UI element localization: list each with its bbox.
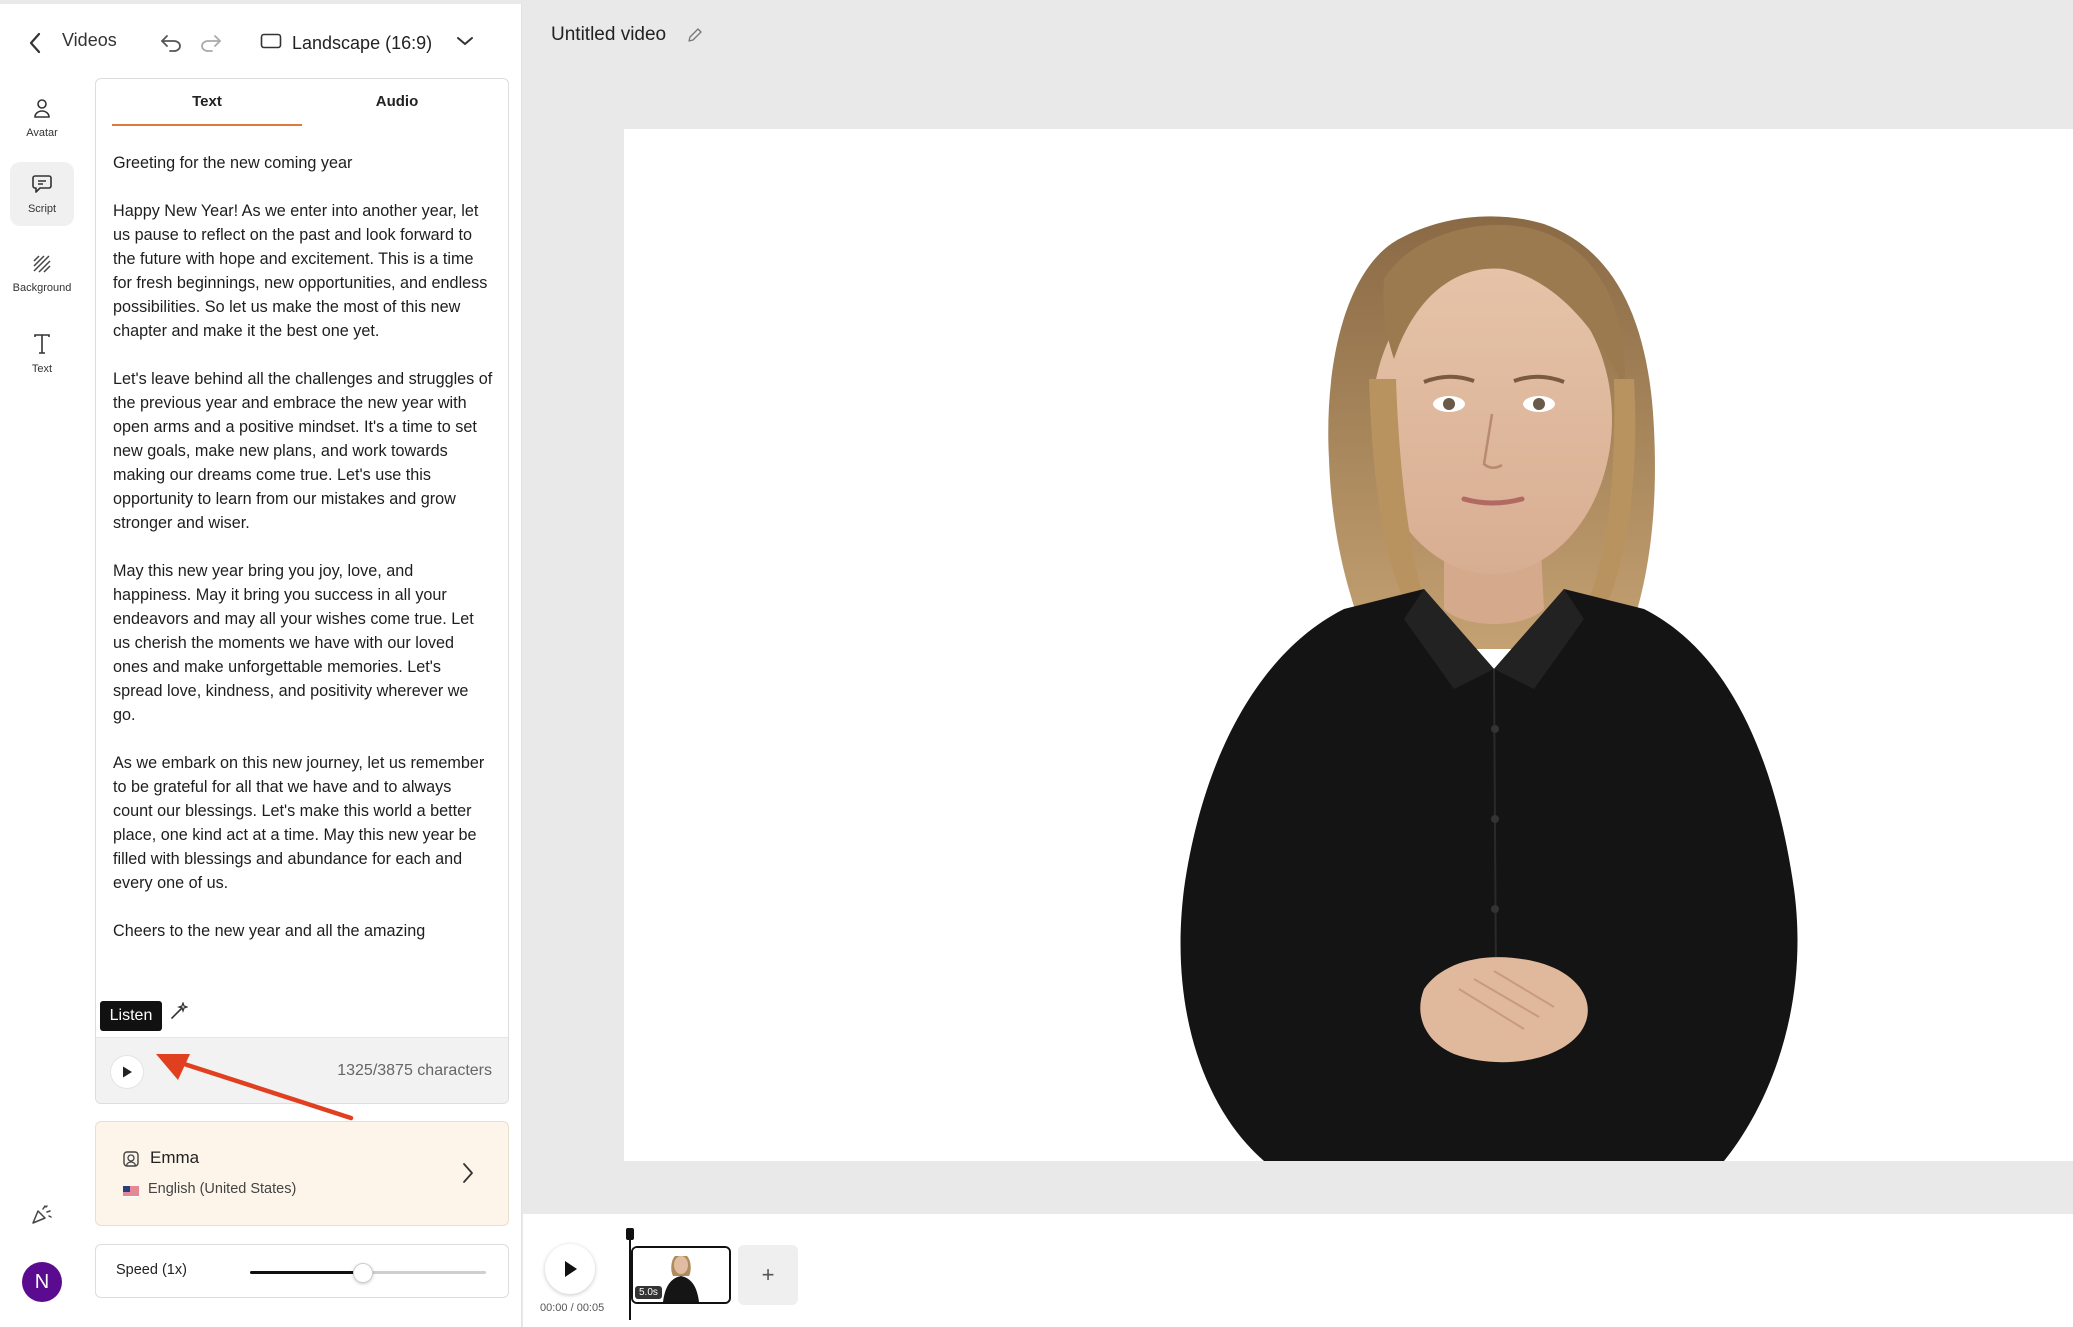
timeline: 00:00 / 00:05 5.0s +: [523, 1214, 2073, 1327]
person-icon: [33, 98, 51, 123]
rectangle-icon: [260, 33, 282, 54]
rail-item-script[interactable]: Script: [10, 162, 74, 226]
clip-duration-badge: 5.0s: [635, 1286, 662, 1299]
add-scene-button[interactable]: +: [738, 1245, 798, 1305]
user-avatar[interactable]: N: [22, 1262, 62, 1302]
speed-label: Speed (1x): [116, 1262, 187, 1278]
listen-play-button[interactable]: [111, 1056, 143, 1088]
voice-avatar-icon: [122, 1150, 140, 1168]
chevron-right-icon: [458, 1160, 478, 1186]
time-readout: 00:00 / 00:05: [540, 1302, 605, 1314]
presenter-avatar-image: [1180, 216, 1798, 1161]
aspect-ratio-label: Landscape (16:9): [292, 32, 433, 53]
video-canvas[interactable]: [624, 129, 2073, 1161]
editor-toolbar: Videos Landscape (16:9): [0, 4, 522, 76]
party-popper-icon[interactable]: [28, 1200, 56, 1228]
rail-label-background: Background: [12, 281, 72, 294]
text-t-icon: [34, 333, 50, 359]
voice-name: Emma: [150, 1148, 200, 1167]
listen-tooltip: Listen: [100, 1001, 162, 1031]
chat-bubble-icon: [32, 174, 52, 199]
character-count: 1325/3875 characters: [337, 1062, 492, 1079]
aspect-ratio-dropdown[interactable]: Landscape (16:9): [260, 26, 474, 60]
rail-label-avatar: Avatar: [26, 126, 58, 139]
video-title[interactable]: Untitled video: [551, 24, 666, 46]
redo-icon[interactable]: [196, 28, 226, 58]
script-panel: Text Audio Greeting for the new coming y…: [95, 78, 509, 1104]
voice-selector-card[interactable]: Emma English (United States): [95, 1121, 509, 1226]
playhead-handle[interactable]: [626, 1228, 634, 1240]
speed-slider-thumb[interactable]: [353, 1263, 374, 1283]
chevron-down-icon: [456, 34, 474, 52]
rail-label-script: Script: [27, 202, 57, 215]
back-to-videos-link[interactable]: Videos: [62, 30, 117, 51]
timeline-play-button[interactable]: [545, 1244, 595, 1294]
speed-slider-fill: [250, 1271, 364, 1274]
pencil-icon[interactable]: [686, 26, 704, 44]
undo-icon[interactable]: [156, 28, 186, 58]
magic-wand-icon[interactable]: [168, 1000, 190, 1022]
active-tab-indicator: [112, 124, 302, 126]
script-text-editor[interactable]: Greeting for the new coming year Happy N…: [113, 151, 493, 1051]
speed-control: Speed (1x): [95, 1244, 509, 1298]
chevron-left-icon[interactable]: [22, 28, 48, 58]
tab-text[interactable]: Text: [112, 93, 302, 110]
rail-item-text[interactable]: Text: [10, 322, 74, 386]
speed-slider[interactable]: [250, 1263, 486, 1283]
play-icon: [565, 1261, 577, 1277]
rail-item-avatar[interactable]: Avatar: [10, 86, 74, 150]
hatch-pattern-icon: [33, 254, 51, 278]
left-sidebar: Videos Landscape (16:9) Avatar Script Ba…: [0, 4, 522, 1327]
tab-audio[interactable]: Audio: [302, 93, 492, 110]
rail-label-text: Text: [31, 362, 53, 375]
us-flag-icon: [123, 1184, 139, 1197]
voice-language: English (United States): [148, 1181, 297, 1197]
rail-item-background[interactable]: Background: [10, 242, 74, 306]
script-tabs: Text Audio: [96, 79, 508, 129]
annotation-arrow: [156, 1054, 354, 1121]
play-icon: [123, 1066, 132, 1078]
timeline-clip[interactable]: 5.0s: [631, 1246, 731, 1304]
